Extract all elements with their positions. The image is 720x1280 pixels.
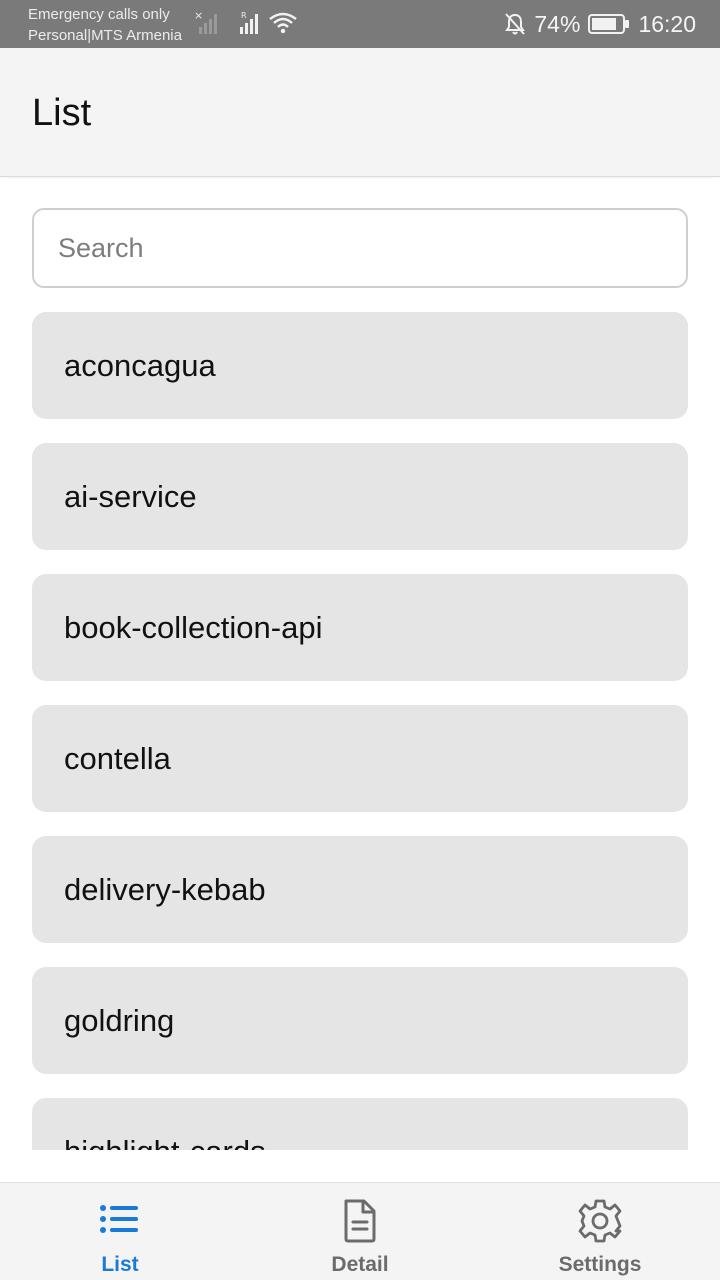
list-item[interactable]: highlight-cards xyxy=(32,1098,688,1150)
list-item[interactable]: delivery-kebab xyxy=(32,836,688,943)
search-box[interactable] xyxy=(32,208,688,288)
carrier-info: Emergency calls only Personal|MTS Armeni… xyxy=(28,4,182,46)
list-item[interactable]: contella xyxy=(32,705,688,812)
list-item[interactable]: book-collection-api xyxy=(32,574,688,681)
page-title: List xyxy=(32,92,92,134)
battery-icon xyxy=(588,14,630,34)
list-item[interactable]: aconcagua xyxy=(32,312,688,419)
tab-settings-label: Settings xyxy=(558,1253,642,1276)
sim-no-signal-icon: × xyxy=(194,10,217,34)
wifi-icon xyxy=(269,12,297,34)
list-item-label: ai-service xyxy=(64,478,197,514)
status-right: 74% 16:20 xyxy=(504,0,696,48)
status-bar: Emergency calls only Personal|MTS Armeni… xyxy=(0,0,720,48)
signal-icon: R xyxy=(240,11,258,34)
list-item-label: aconcagua xyxy=(64,347,216,383)
tab-list[interactable]: List xyxy=(0,1183,240,1280)
svg-text:×: × xyxy=(194,10,203,22)
carrier-line-1: Emergency calls only xyxy=(28,6,170,23)
carrier-line-2: Personal|MTS Armenia xyxy=(28,27,182,44)
list-item-label: contella xyxy=(64,740,171,776)
bottom-navigation: List Detail Settings xyxy=(0,1182,720,1280)
gear-icon xyxy=(578,1199,622,1243)
document-icon xyxy=(344,1199,376,1243)
clock: 16:20 xyxy=(638,10,696,37)
list-item-label: book-collection-api xyxy=(64,609,323,645)
list-item[interactable]: ai-service xyxy=(32,443,688,550)
content-area[interactable]: aconcagua ai-service book-collection-api… xyxy=(0,178,720,1150)
list-item-label: goldring xyxy=(64,1002,175,1038)
search-input[interactable] xyxy=(34,210,686,286)
list-icon xyxy=(100,1205,138,1233)
app-header: List xyxy=(0,48,720,177)
svg-text:R: R xyxy=(241,11,247,20)
tab-settings[interactable]: Settings xyxy=(480,1183,720,1280)
item-list: aconcagua ai-service book-collection-api… xyxy=(32,312,688,1150)
list-item-label: highlight-cards xyxy=(64,1134,266,1151)
tab-detail[interactable]: Detail xyxy=(240,1183,480,1280)
list-item-label: delivery-kebab xyxy=(64,871,266,907)
notifications-off-icon xyxy=(505,13,526,35)
battery-percentage: 74% xyxy=(534,10,581,37)
tab-list-label: List xyxy=(101,1253,139,1276)
tab-detail-label: Detail xyxy=(331,1253,389,1276)
list-item[interactable]: goldring xyxy=(32,967,688,1074)
